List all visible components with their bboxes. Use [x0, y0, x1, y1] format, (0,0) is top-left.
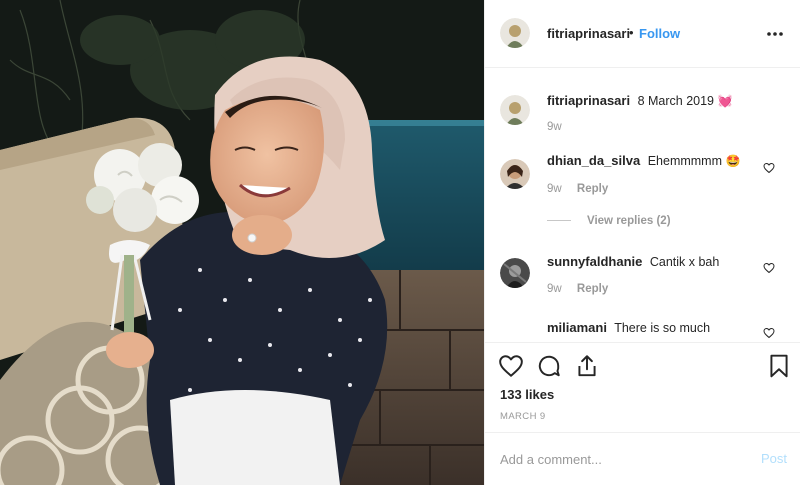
caption-avatar[interactable] [500, 95, 530, 125]
comment-text-line: miliamani There is so much [547, 320, 710, 336]
comment-meta: 9w Reply [547, 283, 620, 295]
comment-text: Ehemmmmm [647, 154, 723, 168]
share-icon[interactable] [574, 353, 600, 379]
reply-button[interactable]: Reply [577, 283, 608, 295]
view-replies-label: View replies (2) [587, 215, 671, 227]
comment-meta: 9w Reply [547, 183, 620, 195]
comment-icon[interactable] [536, 353, 562, 379]
post-date[interactable]: MARCH 9 [500, 411, 546, 422]
author-username[interactable]: fitriaprinasari [547, 26, 630, 41]
comment-text: Cantik x bah [649, 255, 720, 269]
comment-text: There is so much [614, 321, 711, 335]
heart-emoji-icon: 💓 [717, 94, 733, 108]
post-photo [0, 0, 484, 485]
likes-count[interactable]: 133 likes [500, 387, 554, 402]
comment-username[interactable]: miliamani [547, 320, 607, 335]
comment-username[interactable]: dhian_da_silva [547, 153, 640, 168]
header-separator: • [629, 25, 634, 40]
author-avatar[interactable] [500, 18, 530, 48]
heart-icon[interactable] [498, 353, 524, 379]
view-replies-button[interactable]: View replies (2) [547, 215, 671, 227]
comments-list[interactable]: fitriaprinasari 8 March 2019 💓 9w dhian_… [485, 69, 800, 342]
caption-username[interactable]: fitriaprinasari [547, 93, 630, 108]
like-comment-heart-icon[interactable] [763, 162, 775, 174]
comment-input[interactable] [500, 449, 740, 469]
comment-time[interactable]: 9w [547, 283, 562, 295]
comment-text-line: dhian_da_silva Ehemmmmm 🤩 [547, 153, 740, 169]
post-header: fitriaprinasari • Follow [485, 0, 800, 68]
comment-time[interactable]: 9w [547, 183, 562, 195]
star-struck-emoji-icon: 🤩 [725, 154, 741, 168]
caption-time[interactable]: 9w [547, 121, 562, 133]
reply-button[interactable]: Reply [577, 183, 608, 195]
post-detail-panel: fitriaprinasari • Follow fitriaprinasari [484, 0, 800, 485]
replies-divider [547, 220, 571, 222]
more-horizontal-icon[interactable] [763, 22, 787, 46]
like-comment-heart-icon[interactable] [763, 262, 775, 274]
add-comment-bar: Post [485, 432, 800, 485]
caption-text-line: fitriaprinasari 8 March 2019 💓 [547, 93, 732, 109]
commenter-avatar[interactable] [500, 258, 530, 288]
bookmark-icon[interactable] [766, 353, 792, 379]
post-actions: 133 likes MARCH 9 [485, 342, 800, 442]
caption-text: 8 March 2019 [637, 94, 715, 108]
caption-meta: 9w [547, 121, 574, 133]
comment-text-line: sunnyfaldhanie Cantik x bah [547, 254, 719, 270]
commenter-avatar[interactable] [500, 159, 530, 189]
post-comment-button[interactable]: Post [761, 451, 787, 466]
follow-button[interactable]: Follow [639, 26, 680, 41]
comment-username[interactable]: sunnyfaldhanie [547, 254, 642, 269]
like-comment-heart-icon[interactable] [763, 327, 775, 339]
